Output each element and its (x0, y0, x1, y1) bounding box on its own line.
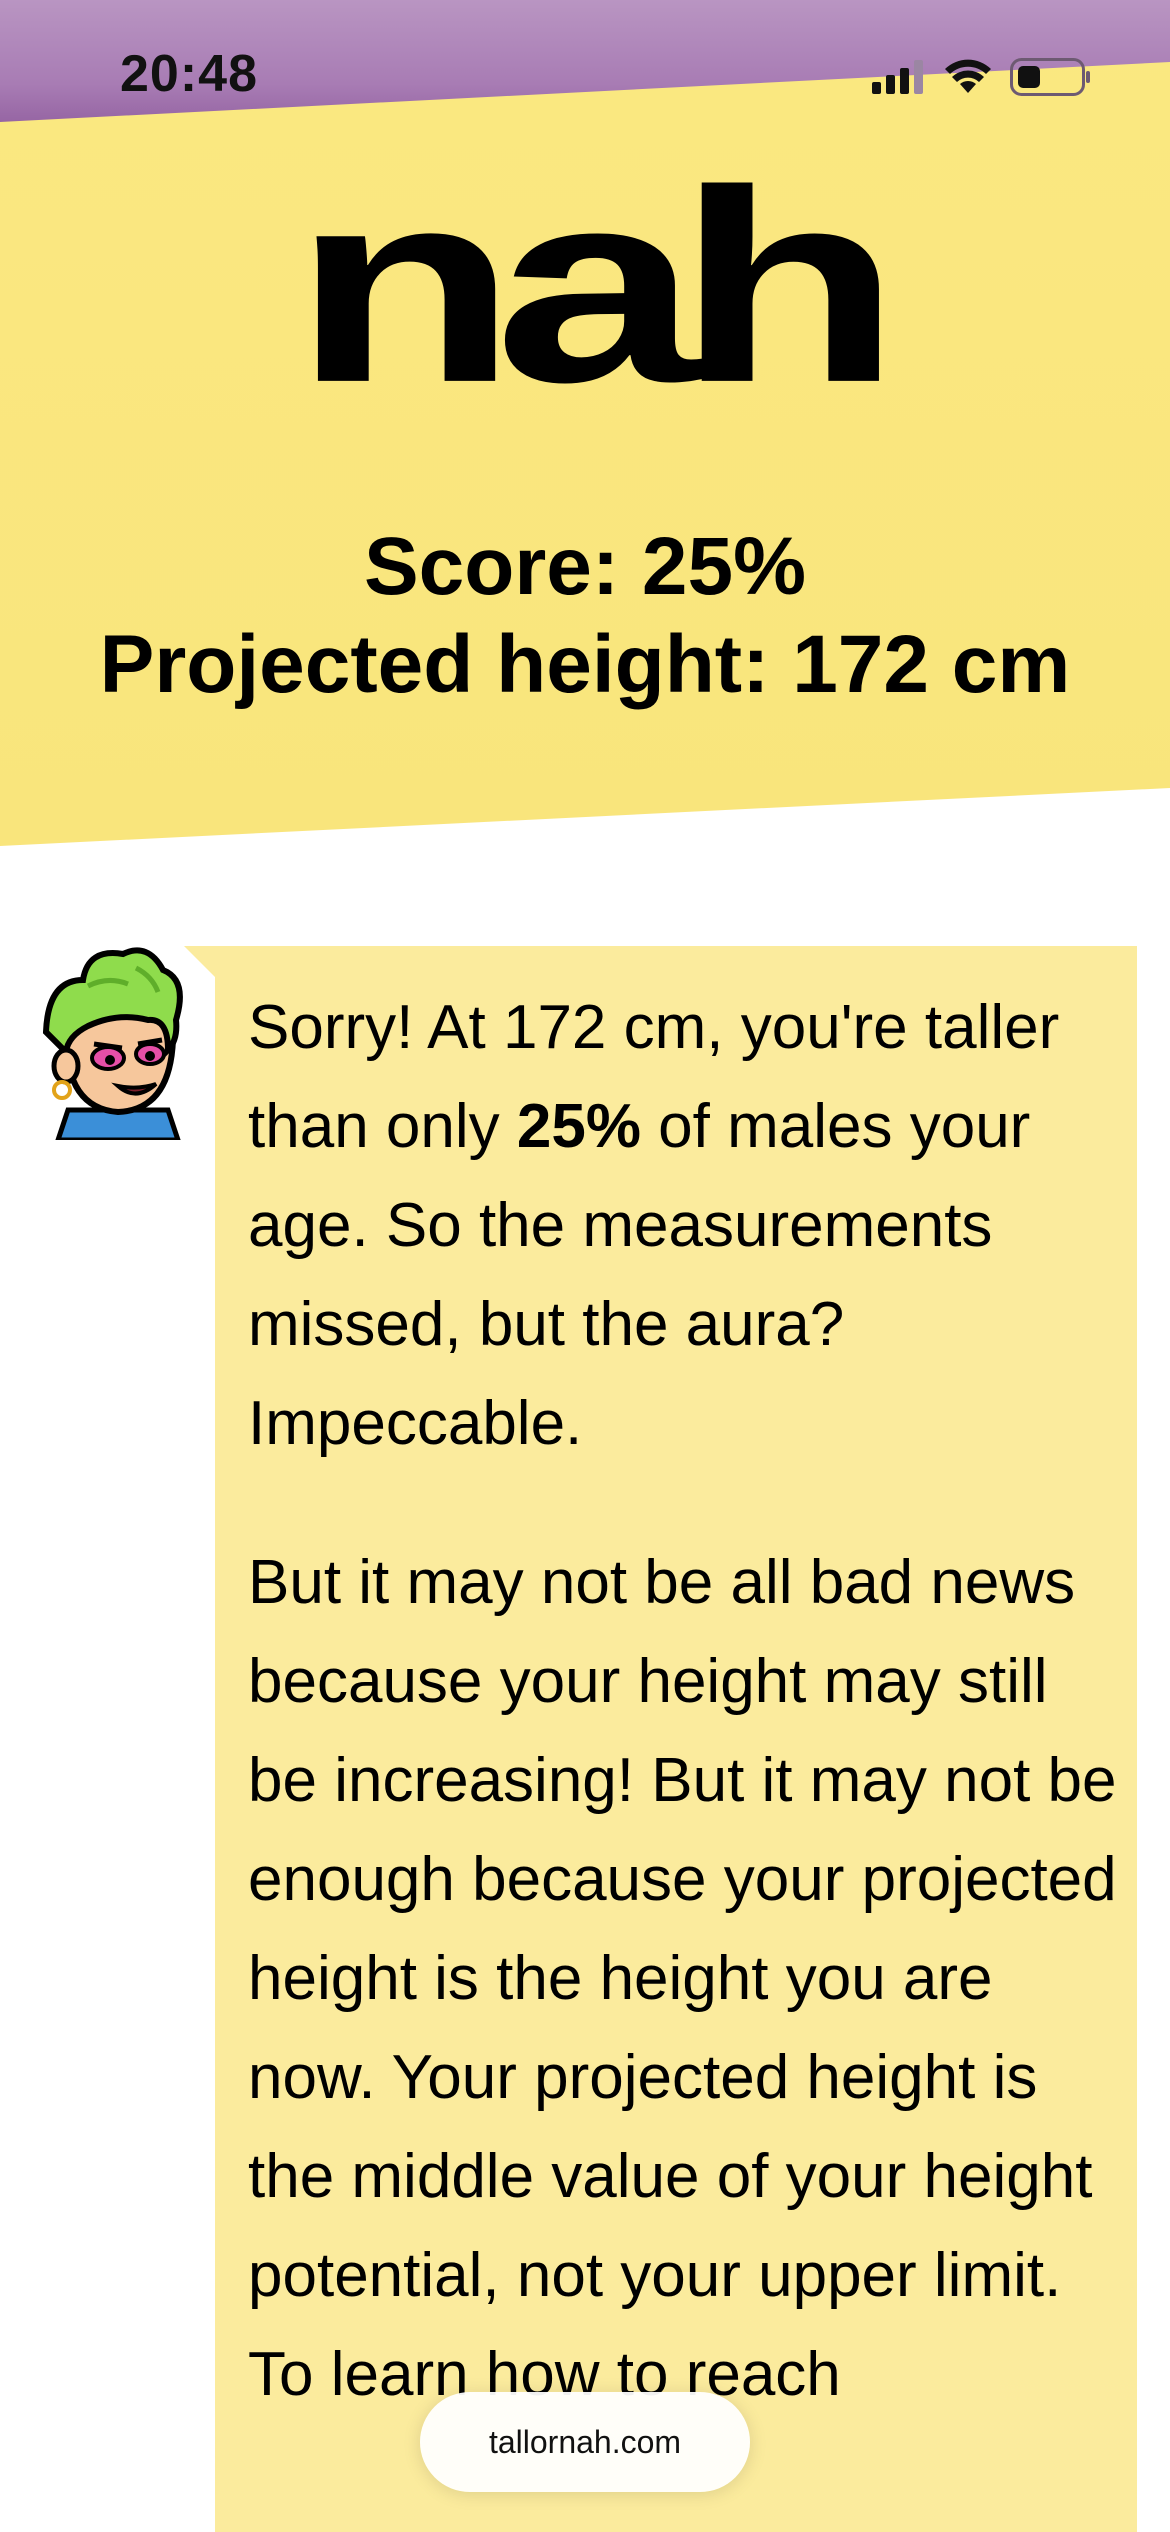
brand-logo: nah (292, 133, 902, 440)
message-paragraph-2: But it may not be all bad news because y… (248, 1548, 1117, 2409)
battery-icon (1010, 58, 1090, 96)
message-paragraph-1: Sorry! At 172 cm, you're taller than onl… (248, 978, 1118, 1473)
status-time: 20:48 (120, 45, 258, 103)
cellular-signal-icon (872, 60, 923, 94)
url-bar[interactable]: tallornah.com (420, 2392, 750, 2492)
result-message: Sorry! At 172 cm, you're taller than onl… (248, 978, 1118, 2484)
score-heading: Score: 25% (363, 521, 807, 612)
cartoon-avatar-icon (42, 947, 183, 1140)
percentile-value: 25% (516, 1092, 641, 1161)
wifi-icon (945, 59, 991, 93)
screen: 20:48 nah Score: 25% Projected height: 1… (0, 0, 1170, 2532)
speech-bubble-tail (184, 946, 216, 978)
status-icons (872, 58, 1092, 96)
projected-height-heading: Projected height: 172 cm (99, 619, 1071, 710)
